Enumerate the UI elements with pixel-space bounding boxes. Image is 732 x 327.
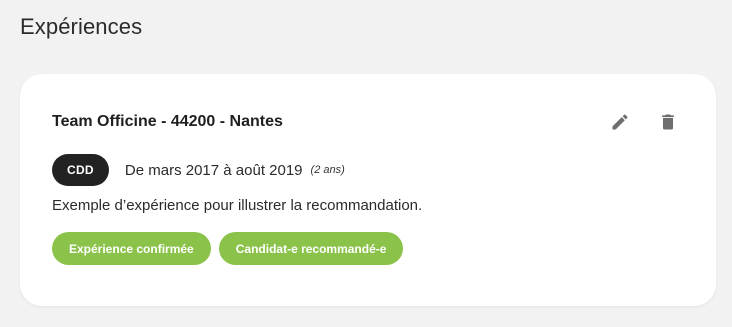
tag-candidate-recommended: Candidat-e recommandé-e [218,232,404,265]
section-title: Expériences [20,14,143,39]
experience-card: Team Officine - 44200 - Nantes CDD De ma… [20,74,716,306]
page: Expériences Team Officine - 44200 - Nant… [0,0,732,327]
contract-type-badge: CDD [52,154,109,186]
experience-description: Exemple d’expérience pour illustrer la r… [52,197,423,214]
experience-tags: Expérience confirmée Candidat-e recomman… [52,232,404,265]
experience-duration: (2 ans) [310,164,345,176]
pencil-icon [612,114,628,130]
edit-button[interactable] [608,110,632,134]
tag-experience-confirmed: Expérience confirmée [52,232,211,265]
trash-icon [662,114,674,130]
experience-title: Team Officine - 44200 - Nantes [52,113,283,130]
experience-period: De mars 2017 à août 2019 [124,161,303,179]
delete-button[interactable] [656,110,680,134]
experience-meta: CDD De mars 2017 à août 2019 (2 ans) [52,154,345,186]
